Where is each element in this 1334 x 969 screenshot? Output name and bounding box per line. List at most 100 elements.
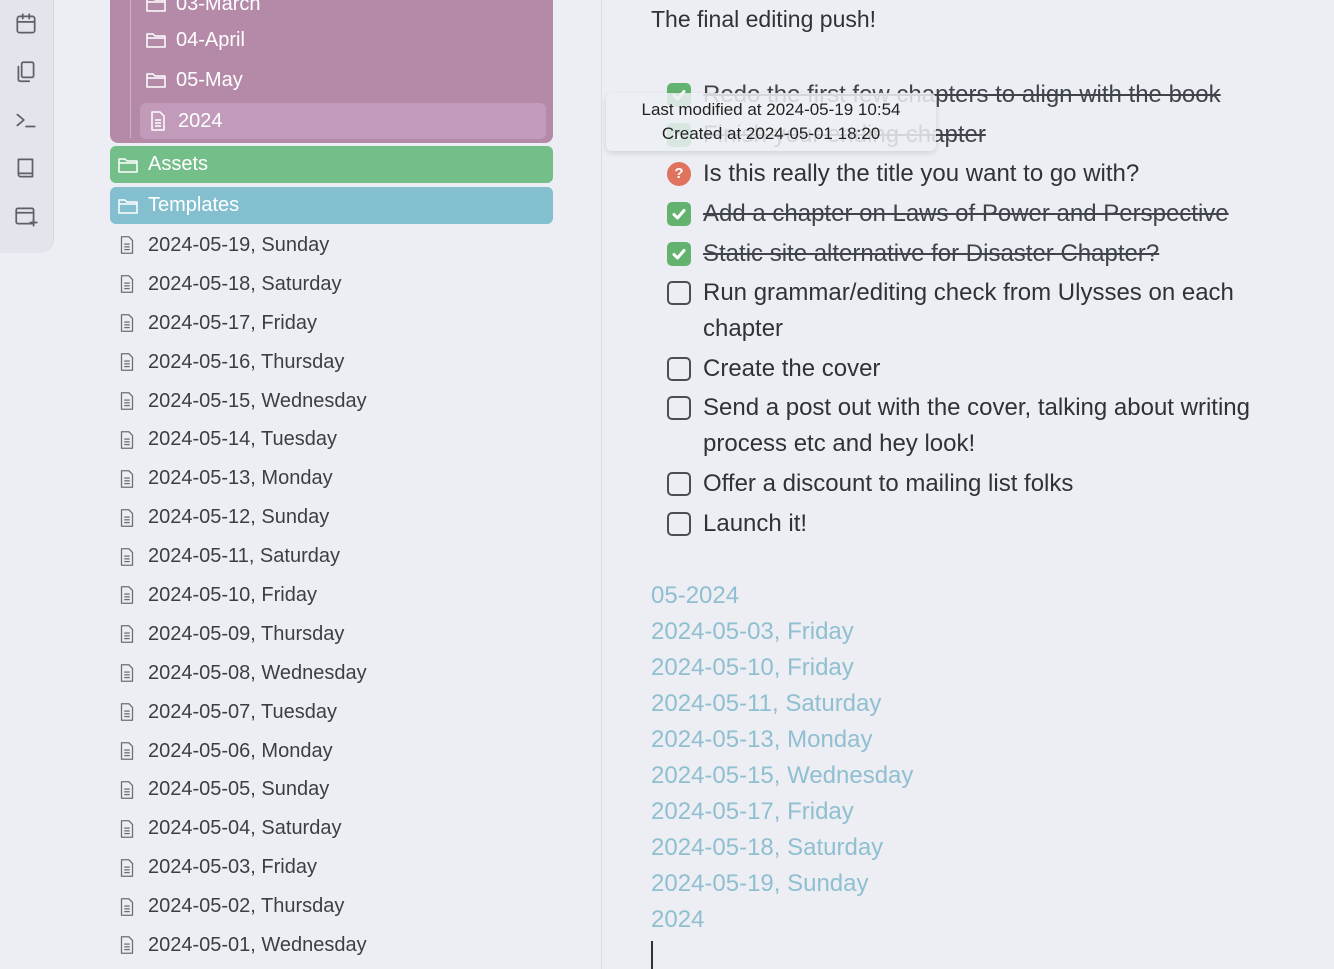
backlinks-list: 05-2024 2024-05-03, Friday 2024-05-10, Fri… [651,578,913,938]
file-2024-selected[interactable]: 2024 [140,103,546,139]
file-icon [120,936,134,955]
task-text: Create the cover [703,355,881,382]
file-icon [120,664,134,683]
folder-group-2024: 03-March 04-April 05-May 2024 [110,0,553,143]
file-item[interactable]: 2024-05-04, Saturday [116,809,367,848]
left-ribbon [0,0,54,253]
text-cursor [651,941,653,969]
task-item: Static site alternative for Disaster Cha… [667,236,1283,272]
folder-label: 04-April [176,28,245,51]
file-label: 2024-05-04, Saturday [148,817,342,840]
file-icon [120,547,134,566]
task-text: Static site alternative for Disaster Cha… [703,240,1160,267]
folder-label: Assets [148,153,209,175]
file-icon [120,469,134,488]
internal-link[interactable]: 2024-05-10, Friday [651,650,913,686]
file-item[interactable]: 2024-05-05, Sunday [116,770,367,809]
files-icon[interactable] [12,58,40,86]
task-item: ? Is this really the title you want to go… [667,156,1283,192]
checkbox[interactable] [667,472,691,496]
indent-guide [130,0,131,138]
file-icon [120,742,134,760]
file-icon [120,236,134,255]
folder-label: 03-March [176,0,261,15]
file-icon [120,430,134,449]
file-icon [120,314,134,333]
last-modified-text: Last modified at 2024-05-19 10:54 [641,100,901,119]
internal-link[interactable]: 2024-05-19, Sunday [651,866,913,902]
file-item[interactable]: 2024-05-08, Wednesday [116,654,367,693]
file-label: 2024-05-10, Friday [148,583,317,606]
internal-link[interactable]: 05-2024 [651,578,913,614]
internal-link[interactable]: 2024-05-17, Friday [651,794,913,830]
file-item[interactable]: 2024-05-13, Monday [116,459,367,498]
folder-templates[interactable]: Templates [110,187,553,224]
folder-05-may[interactable]: 05-May [144,62,243,98]
file-label: 2024-05-07, Tuesday [148,700,338,723]
file-label: 2024-05-11, Saturday [148,545,340,568]
task-text: Offer a discount to mailing list folks [703,470,1074,497]
checkbox[interactable] [667,357,691,381]
file-icon [120,586,134,605]
file-label: 2024-05-03, Friday [148,856,317,879]
file-item[interactable]: 2024-05-16, Thursday [116,343,367,382]
task-item: Launch it! [667,506,1283,542]
book-icon[interactable] [12,154,40,182]
internal-link[interactable]: 2024-05-13, Monday [651,722,913,758]
file-label: 2024-05-19, Sunday [148,233,330,256]
file-label: 2024-05-12, Sunday [148,506,330,529]
file-label: 2024-05-02, Thursday [148,895,345,918]
file-item[interactable]: 2024-05-06, Monday [116,732,367,771]
file-item[interactable]: 2024-05-02, Thursday [116,887,367,926]
folder-label: Templates [148,194,240,216]
internal-link[interactable]: 2024-05-11, Saturday [651,686,913,722]
folder-04-april[interactable]: 04-April [144,22,245,58]
file-label: 2024-05-06, Monday [148,739,333,762]
file-icon [120,625,134,644]
internal-link[interactable]: 2024-05-03, Friday [651,614,913,650]
calendar-icon[interactable] [12,10,40,38]
folder-03-march[interactable]: 03-March [144,0,260,22]
file-icon [120,275,134,294]
file-item[interactable]: 2024-05-18, Saturday [116,265,367,304]
new-tab-icon[interactable] [12,202,40,230]
file-item[interactable]: 2024-05-09, Thursday [116,615,367,654]
internal-link[interactable]: 2024-05-15, Wednesday [651,758,913,794]
task-text: Add a chapter on Laws of Power and Persp… [703,200,1229,227]
file-item[interactable]: 2024-05-12, Sunday [116,498,367,537]
question-icon[interactable]: ? [667,162,691,186]
file-icon [120,392,134,410]
folder-icon [146,73,166,88]
file-item[interactable]: 2024-05-10, Friday [116,576,367,615]
file-icon [151,111,165,131]
folder-icon [118,157,138,173]
file-label: 2024-05-09, Thursday [148,622,345,645]
file-item[interactable]: 2024-05-14, Tuesday [116,420,367,459]
file-label: 2024-05-01, Wednesday [148,933,367,956]
folder-icon [118,198,138,214]
terminal-icon[interactable] [12,106,40,134]
file-item[interactable]: 2024-05-11, Saturday [116,537,367,576]
daily-notes-list: 2024-05-19, Sunday 2024-05-18, Saturday 20… [116,226,367,965]
file-item[interactable]: 2024-05-19, Sunday [116,226,367,265]
file-label: 2024-05-14, Tuesday [148,428,338,451]
checkbox[interactable] [667,512,691,536]
checkbox[interactable] [667,281,691,305]
file-icon [120,353,134,372]
folder-icon [146,0,166,12]
file-item[interactable]: 2024-05-15, Wednesday [116,382,367,421]
task-text: Run grammar/editing check from Ulysses o… [703,279,1234,342]
checkbox-checked-icon[interactable] [667,202,691,226]
file-item[interactable]: 2024-05-07, Tuesday [116,693,367,732]
internal-link[interactable]: 2024-05-18, Saturday [651,830,913,866]
checkbox-checked-icon[interactable] [667,242,691,266]
task-text: Launch it! [703,510,808,537]
checkbox[interactable] [667,396,691,420]
internal-link[interactable]: 2024 [651,902,913,938]
folder-assets[interactable]: Assets [110,146,553,183]
file-item[interactable]: 2024-05-01, Wednesday [116,926,367,965]
file-info-tooltip: Last modified at 2024-05-19 10:54 Create… [606,93,936,151]
file-item[interactable]: 2024-05-17, Friday [116,304,367,343]
folder-label: 05-May [176,68,243,91]
file-item[interactable]: 2024-05-03, Friday [116,848,367,887]
